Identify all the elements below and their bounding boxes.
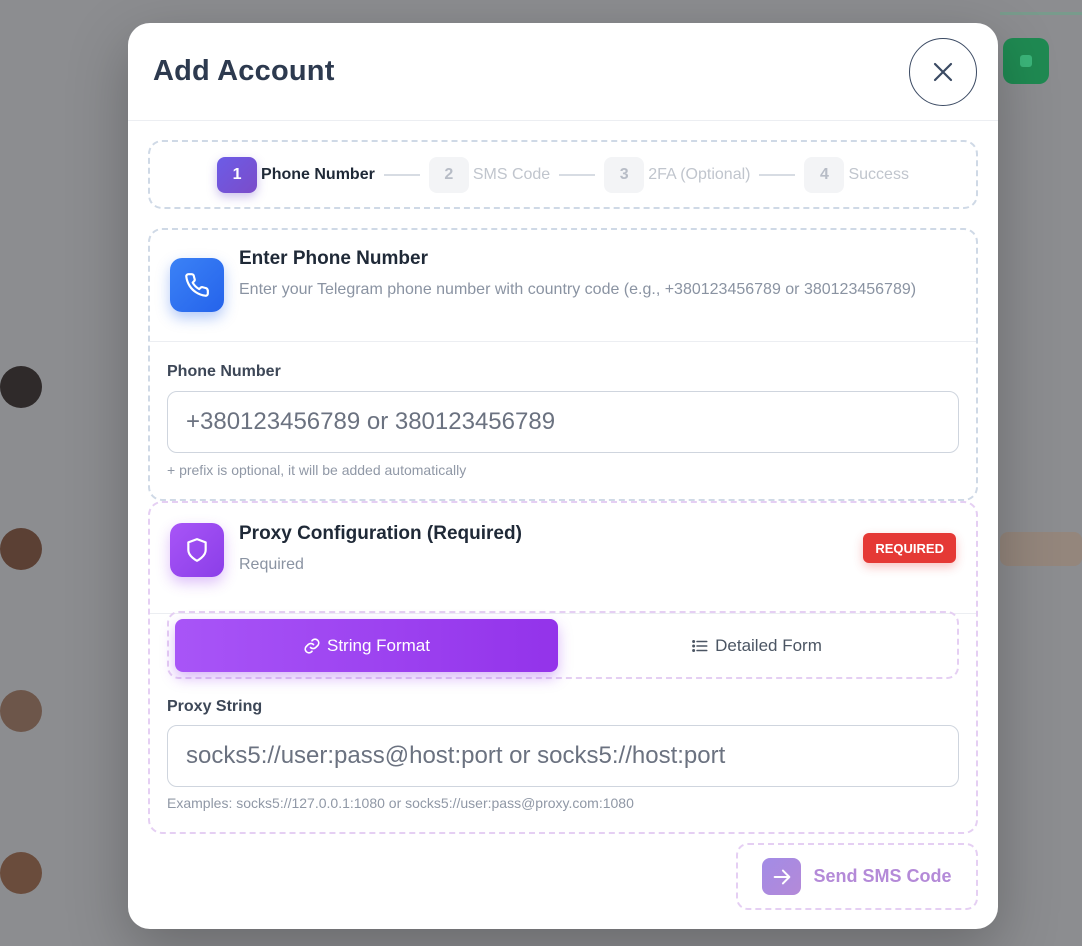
phone-hint: + prefix is optional, it will be added a… <box>167 462 467 478</box>
step-label: Success <box>848 165 909 183</box>
background-accent-line <box>1000 12 1082 15</box>
step-2fa: 3 2FA (Optional) <box>604 156 751 193</box>
step-connector <box>559 173 596 176</box>
phone-section-header: Enter Phone Number Enter your Telegram p… <box>150 230 976 342</box>
shield-icon <box>170 523 224 577</box>
step-success: 4 Success <box>804 156 909 193</box>
list-icon <box>692 639 708 652</box>
stepper: 1 Phone Number 2 SMS Code 3 2FA (Optiona… <box>148 140 978 209</box>
background-avatar <box>0 528 42 570</box>
background-avatar <box>0 366 42 408</box>
proxy-section: Proxy Configuration (Required) Required … <box>148 501 978 834</box>
phone-field-label: Phone Number <box>167 363 281 380</box>
tab-detailed-form[interactable]: Detailed Form <box>565 619 948 672</box>
proxy-examples: Examples: socks5://127.0.0.1:1080 or soc… <box>167 795 634 811</box>
step-connector <box>759 173 796 176</box>
close-button[interactable] <box>909 38 977 106</box>
link-icon <box>304 637 320 654</box>
step-label: 2FA (Optional) <box>648 165 751 183</box>
phone-number-input[interactable] <box>167 391 959 453</box>
modal-header: Add Account <box>128 23 998 121</box>
proxy-section-header: Proxy Configuration (Required) Required … <box>150 503 976 614</box>
background-action-button <box>1003 38 1049 84</box>
phone-section-description: Enter your Telegram phone number with co… <box>239 281 917 298</box>
tab-label: Detailed Form <box>715 635 822 655</box>
phone-section: Enter Phone Number Enter your Telegram p… <box>148 228 978 501</box>
send-sms-wrapper: Send SMS Code <box>736 843 978 910</box>
background-avatar <box>0 852 42 894</box>
background-status-pill <box>1000 532 1082 566</box>
send-sms-button[interactable]: Send SMS Code <box>762 858 952 895</box>
step-phone-number: 1 Phone Number <box>217 156 375 193</box>
modal-title: Add Account <box>153 55 335 87</box>
phone-icon <box>170 258 224 312</box>
send-sms-label: Send SMS Code <box>813 866 952 886</box>
step-number: 3 <box>604 156 645 193</box>
proxy-string-input[interactable] <box>167 725 959 787</box>
proxy-section-subtitle: Required <box>239 556 304 573</box>
step-number: 4 <box>804 156 845 193</box>
add-account-modal: Add Account 1 Phone Number 2 SMS Code 3 … <box>128 23 998 929</box>
proxy-field-label: Proxy String <box>167 698 263 715</box>
close-icon <box>933 62 953 82</box>
step-connector <box>383 173 420 176</box>
step-label: SMS Code <box>472 165 551 183</box>
step-sms-code: 2 SMS Code <box>428 156 551 193</box>
step-label: Phone Number <box>261 165 375 183</box>
proxy-format-tabs: String Format Detailed Form <box>167 611 959 679</box>
arrow-right-icon <box>762 858 802 895</box>
background-avatar <box>0 690 42 732</box>
step-number: 2 <box>428 156 469 193</box>
tab-label: String Format <box>327 635 430 655</box>
proxy-section-title: Proxy Configuration (Required) <box>239 523 522 544</box>
phone-section-title: Enter Phone Number <box>239 248 428 269</box>
step-number: 1 <box>217 156 258 193</box>
tab-string-format[interactable]: String Format <box>175 619 558 672</box>
required-badge: REQUIRED <box>863 533 956 563</box>
